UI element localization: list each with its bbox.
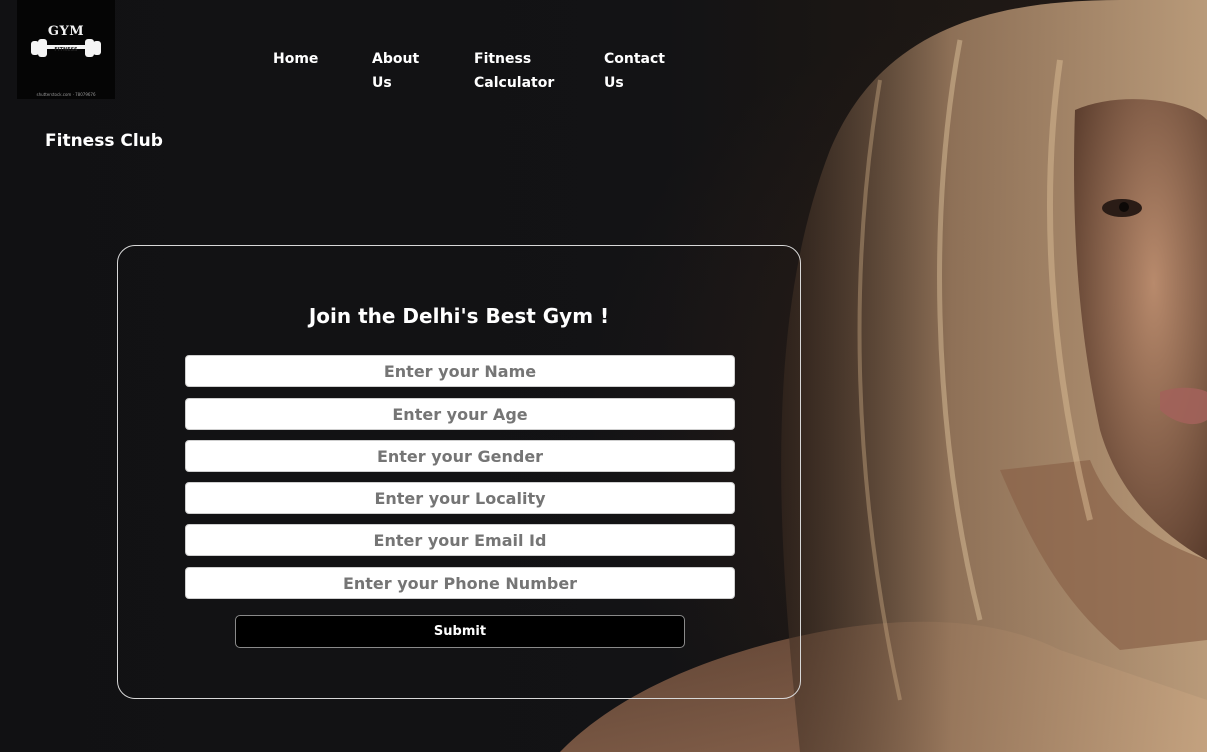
brand-name: Fitness Club: [45, 131, 163, 151]
nav-link-home[interactable]: Home: [273, 47, 318, 71]
locality-input[interactable]: [185, 482, 735, 514]
logo-subtitle: FITNESS: [54, 47, 78, 53]
gender-input[interactable]: [185, 440, 735, 472]
nav-link-contact-us[interactable]: Contact Us: [604, 47, 665, 95]
nav-link-about-us[interactable]: About Us: [372, 47, 419, 95]
logo-stock-text: shutterstock.com · 78079676: [36, 92, 96, 97]
age-input[interactable]: [185, 398, 735, 430]
gym-logo[interactable]: GYM FITNESS shutterstock.com · 78079676: [17, 0, 115, 99]
submit-button[interactable]: Submit: [235, 615, 685, 648]
email-input[interactable]: [185, 524, 735, 556]
join-form-card: Join the Delhi's Best Gym ! Submit: [117, 245, 801, 699]
form-title: Join the Delhi's Best Gym !: [308, 304, 610, 328]
name-input[interactable]: [185, 355, 735, 387]
phone-input[interactable]: [185, 567, 735, 599]
nav-link-fitness-calculator[interactable]: Fitness Calculator: [474, 47, 554, 95]
